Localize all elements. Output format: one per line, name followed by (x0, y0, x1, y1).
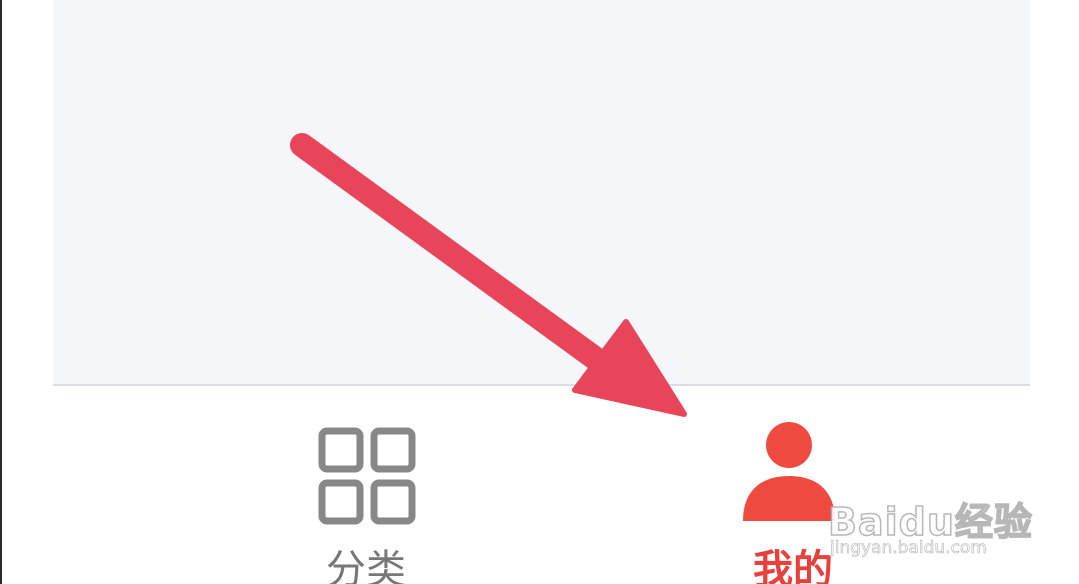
grid-icon (318, 427, 416, 525)
tab-category-label: 分类 (326, 547, 406, 584)
bottom-tab-bar: 分类 我的 (53, 384, 1030, 584)
tab-mine[interactable]: 我的 (713, 386, 873, 584)
content-area[interactable] (53, 0, 1030, 384)
person-icon (743, 422, 835, 521)
tab-category[interactable]: 分类 (293, 386, 439, 584)
window-border (0, 0, 2, 584)
tab-mine-label: 我的 (753, 547, 833, 584)
screen: 分类 我的 Baidu经验 jingyan.baidu.com (0, 0, 1079, 584)
app-window: 分类 我的 (53, 0, 1030, 584)
